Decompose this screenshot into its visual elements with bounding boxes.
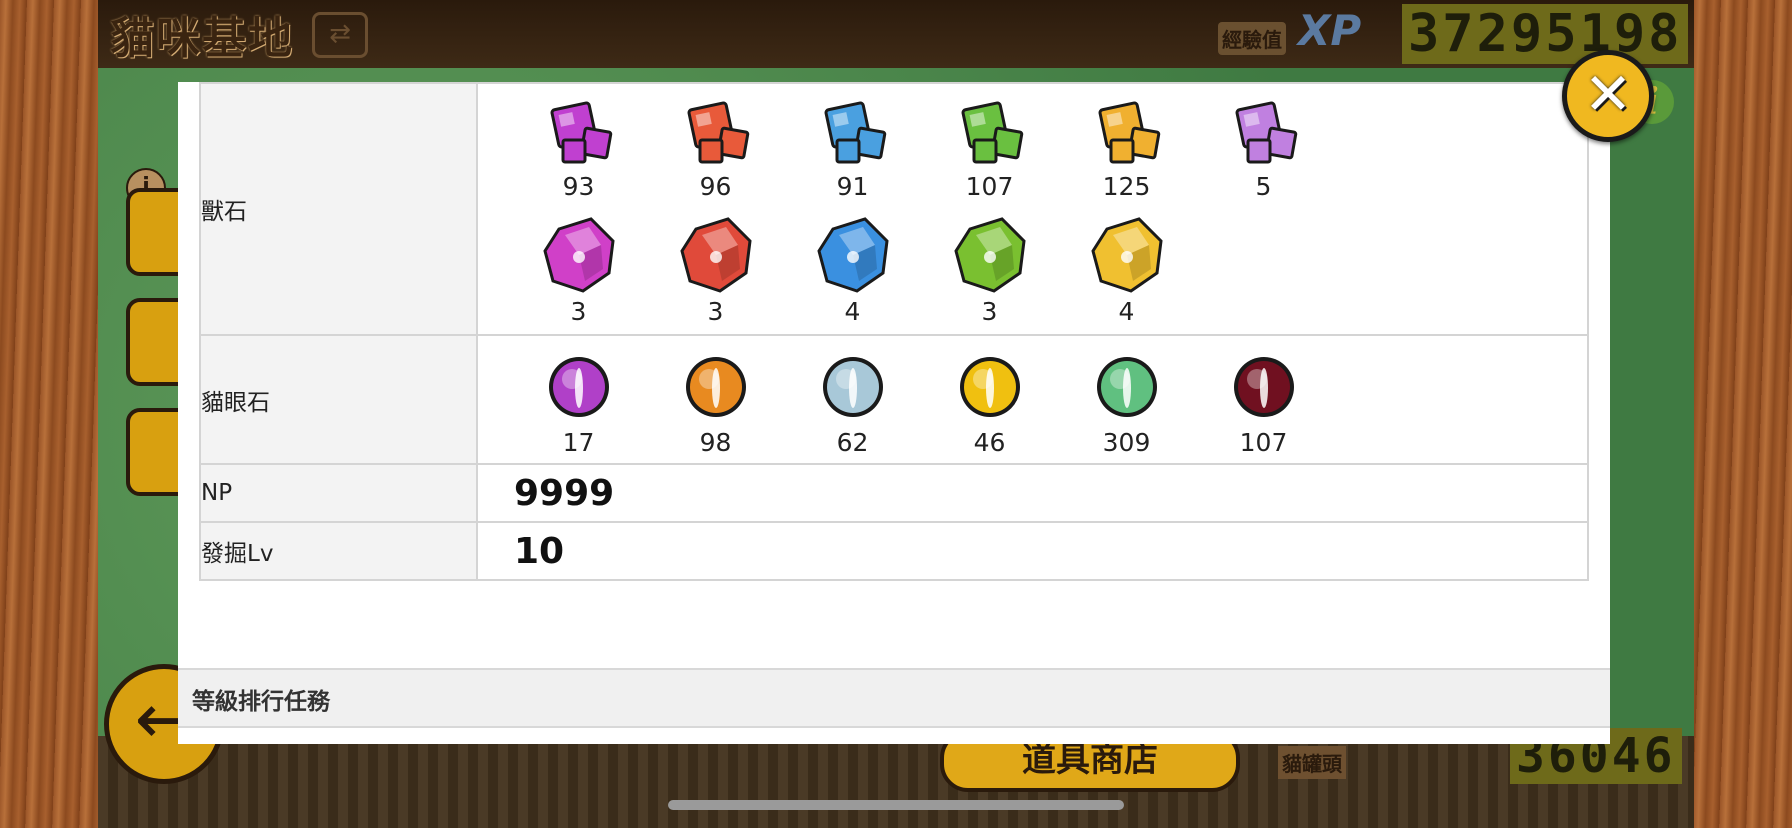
np-value: 9999 — [514, 472, 615, 514]
red-behemoth-stone-icon — [676, 96, 756, 172]
table-row-behemoth-stones: 獸石 93 96 91 107 125 5 3 3 4 3 4 — [199, 82, 1589, 336]
item-count: 3 — [707, 297, 724, 326]
close-icon[interactable]: ✕ — [1562, 50, 1654, 142]
row-label-catseyes: 貓眼石 — [199, 334, 478, 465]
item-count: 91 — [836, 172, 869, 201]
silver-catseye-icon — [820, 352, 886, 422]
item-yellow-behemoth-stone: 125 — [1058, 96, 1195, 213]
stats-table: 獸石 93 96 91 107 125 5 3 3 4 3 4 貓眼石 17 98 62 46 309 107… — [199, 82, 1589, 581]
row-label-behemoth-stones: 獸石 — [199, 82, 478, 336]
rank-mission-label: 等級排行任務 — [192, 689, 330, 715]
dig-level-value: 10 — [514, 530, 565, 572]
catfood-label: 貓罐頭 — [1278, 746, 1346, 779]
rainbow-behemoth-stone-icon — [1224, 96, 1304, 172]
purple-catseye-icon — [546, 352, 612, 422]
item-count: 98 — [699, 428, 732, 457]
item-count: 107 — [965, 172, 1014, 201]
item-rainbow-behemoth-stone: 5 — [1195, 96, 1332, 213]
item-blue-behemoth-gem: 4 — [784, 213, 921, 326]
item-count: 62 — [836, 428, 869, 457]
bottom-bar — [98, 736, 1694, 828]
item-count: 46 — [973, 428, 1006, 457]
xp-mark: XP — [1298, 6, 1362, 55]
rainbow-catseye-icon — [1094, 352, 1160, 422]
orange-catseye-icon — [683, 352, 749, 422]
catseye-grid: 17 98 62 46 309 107 — [478, 336, 1587, 463]
table-row-catseyes: 貓眼石 17 98 62 46 309 107 — [199, 334, 1589, 465]
purple-behemoth-gem-icon — [539, 213, 619, 297]
behemoth-stone-grid: 93 96 91 107 125 5 3 3 4 3 4 — [478, 84, 1587, 334]
home-indicator — [668, 800, 1124, 810]
wood-frame-right — [1694, 0, 1792, 828]
item-purple-behemoth-gem: 3 — [510, 213, 647, 326]
item-purple-behemoth-stone: 93 — [510, 96, 647, 213]
item-count: 3 — [981, 297, 998, 326]
wood-frame-left — [0, 0, 98, 828]
item-orange-catseye: 98 — [647, 352, 784, 457]
item-silver-catseye: 62 — [784, 352, 921, 457]
rank-mission-section[interactable]: 等級排行任務 — [178, 668, 1610, 728]
base-title: 貓咪基地 — [110, 13, 294, 64]
purple-behemoth-stone-icon — [539, 96, 619, 172]
yellow-behemoth-stone-icon — [1087, 96, 1167, 172]
item-count: 309 — [1102, 428, 1151, 457]
item-count: 17 — [562, 428, 595, 457]
item-green-behemoth-gem: 3 — [921, 213, 1058, 326]
item-count: 107 — [1239, 428, 1288, 457]
xp-label: 經驗值 — [1218, 22, 1286, 55]
dark-catseye-icon — [1231, 352, 1297, 422]
top-bar: 貓咪基地 ⇄ 經驗值 XP 37295198 — [98, 0, 1694, 68]
item-green-behemoth-stone: 107 — [921, 96, 1058, 213]
item-count: 93 — [562, 172, 595, 201]
item-red-behemoth-gem: 3 — [647, 213, 784, 326]
row-label-dig-level: 發掘Lv — [199, 521, 478, 581]
item-count: 3 — [570, 297, 587, 326]
item-count: 125 — [1102, 172, 1151, 201]
blue-behemoth-gem-icon — [813, 213, 893, 297]
item-purple-catseye: 17 — [510, 352, 647, 457]
item-red-behemoth-stone: 96 — [647, 96, 784, 213]
stats-modal: 獸石 93 96 91 107 125 5 3 3 4 3 4 貓眼石 17 98 62 46 309 107… — [178, 82, 1610, 744]
red-behemoth-gem-icon — [676, 213, 756, 297]
table-row-np: NP 9999 — [199, 463, 1589, 523]
table-row-dig-level: 發掘Lv 10 — [199, 521, 1589, 581]
item-dark-catseye: 107 — [1195, 352, 1332, 457]
green-behemoth-gem-icon — [950, 213, 1030, 297]
swap-icon[interactable]: ⇄ — [312, 12, 368, 58]
item-count: 5 — [1255, 172, 1272, 201]
item-yellow-behemoth-gem: 4 — [1058, 213, 1195, 326]
item-blue-behemoth-stone: 91 — [784, 96, 921, 213]
item-count: 96 — [699, 172, 732, 201]
item-count: 4 — [1118, 297, 1135, 326]
green-behemoth-stone-icon — [950, 96, 1030, 172]
item-count: 4 — [844, 297, 861, 326]
item-gold-catseye: 46 — [921, 352, 1058, 457]
blue-behemoth-stone-icon — [813, 96, 893, 172]
row-label-np: NP — [199, 463, 478, 523]
xp-value: 37295198 — [1402, 4, 1689, 64]
yellow-behemoth-gem-icon — [1087, 213, 1167, 297]
item-rainbow-catseye: 309 — [1058, 352, 1195, 457]
gold-catseye-icon — [957, 352, 1023, 422]
